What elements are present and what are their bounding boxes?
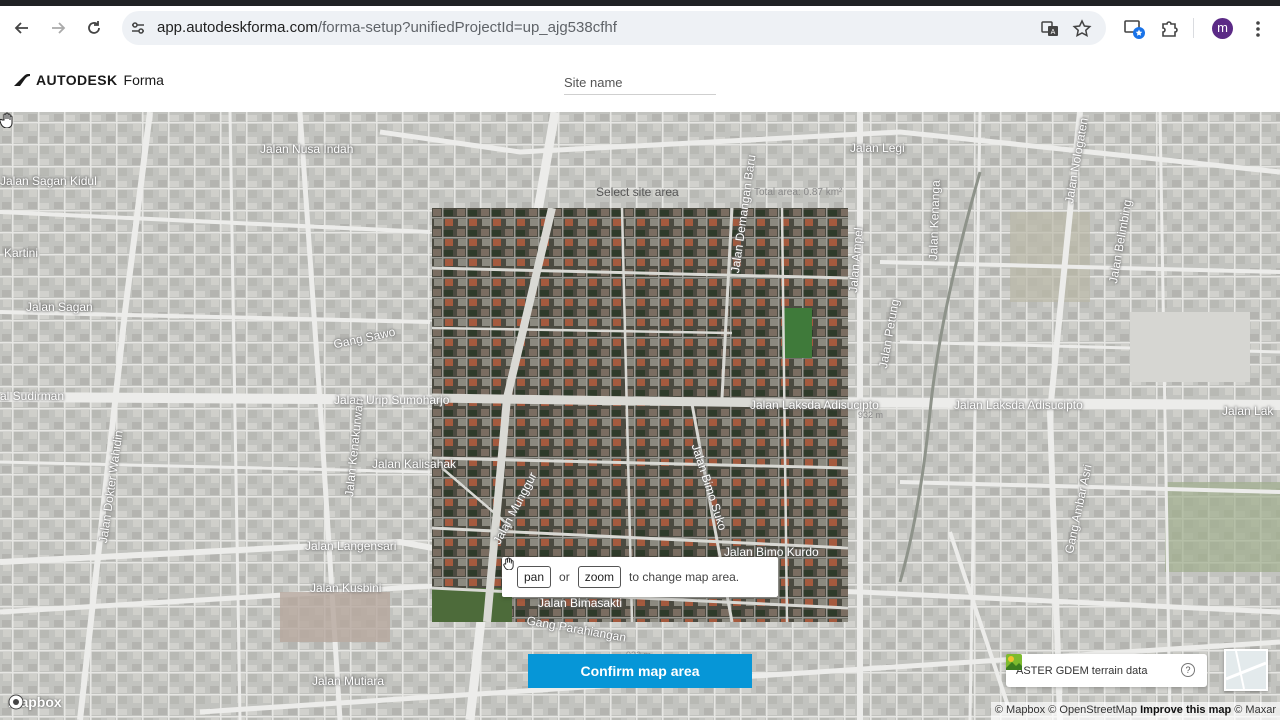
help-icon[interactable]: ?: [1181, 663, 1195, 677]
hint-suffix: to change map area.: [629, 570, 740, 584]
attribution-osm-link[interactable]: © OpenStreetMap: [1048, 704, 1137, 716]
terrain-data-toggle[interactable]: ASTER GDEM terrain data ?: [1006, 654, 1207, 687]
forward-icon[interactable]: [44, 14, 72, 42]
back-icon[interactable]: [8, 14, 36, 42]
more-menu-icon[interactable]: [1250, 18, 1266, 40]
screen-share-icon[interactable]: [1122, 16, 1146, 40]
url-path: /forma-setup?unifiedProjectId=up_ajg538c…: [317, 19, 617, 36]
reload-icon[interactable]: [80, 14, 108, 42]
site-info-icon[interactable]: [130, 20, 146, 36]
pan-zoom-hint: pan or zoom to change map area.: [502, 557, 778, 597]
street-label: Jalan Lak: [1222, 404, 1274, 418]
street-label: Jalan Laksda Adisucipto: [954, 398, 1083, 412]
street-label: Kartini: [4, 246, 39, 260]
zoom-label: zoom: [584, 570, 615, 584]
improve-map-link[interactable]: Improve this map: [1140, 704, 1231, 716]
pan-key: pan: [503, 557, 552, 588]
total-area-readout: Total area: 0.87 km²: [754, 187, 843, 198]
autodesk-forma-logo[interactable]: AUTODESK Forma: [14, 72, 164, 88]
address-bar[interactable]: app.autodeskforma.com/forma-setup?unifie…: [122, 11, 1106, 45]
select-site-area-title: Select site area: [596, 185, 679, 199]
url-host: app.autodeskforma.com: [157, 19, 318, 36]
street-label: Jalan Sagan Kidul: [0, 174, 97, 188]
pan-hand-icon: [503, 557, 514, 570]
translate-icon[interactable]: A: [1040, 19, 1060, 39]
street-label: Jalan Kalisahak: [372, 457, 457, 471]
site-name-input[interactable]: [564, 72, 716, 95]
map-style-switcher[interactable]: [1224, 649, 1268, 691]
brand-name: AUTODESK: [36, 72, 118, 88]
attribution-mapbox-link[interactable]: © Mapbox: [995, 704, 1045, 716]
map-thumbnail-icon: [1226, 651, 1266, 689]
mapbox-icon: [8, 694, 24, 710]
map-attribution: © Mapbox © OpenStreetMap Improve this ma…: [990, 702, 1280, 720]
extensions-puzzle-icon[interactable]: [1158, 16, 1182, 40]
terrain-label: ASTER GDEM terrain data: [1016, 664, 1148, 677]
product-name: Forma: [123, 72, 164, 88]
street-label: Jalan Nusa Indah: [260, 142, 354, 156]
attribution-maxar-link[interactable]: © Maxar: [1234, 704, 1276, 716]
street-label: Jalan Kenanga: [926, 179, 943, 261]
svg-text:A: A: [1051, 29, 1056, 36]
street-label: Jalan Langensari: [305, 539, 397, 553]
map-canvas[interactable]: Jalan Nusa Indah Jalan Sagan Kidul Karti…: [0, 112, 1280, 720]
street-label: Jalan Mutiara: [312, 674, 385, 688]
scale-dimension-right: 932 m: [858, 410, 884, 420]
mapbox-logo[interactable]: mapbox: [8, 694, 62, 710]
profile-avatar[interactable]: m: [1212, 18, 1233, 39]
tab-strip-edge: [0, 0, 1280, 6]
street-label: Jalan Bimasakti: [538, 596, 623, 610]
or-label: or: [559, 570, 570, 584]
terrain-icon: [1006, 654, 1022, 670]
street-label: Jalan Sagan: [26, 300, 93, 314]
street-label: al Sudirman: [0, 389, 65, 403]
confirm-map-area-button[interactable]: Confirm map area: [528, 654, 752, 688]
hand-cursor-icon: [0, 112, 13, 128]
street-label: Jalan Legi: [850, 141, 905, 155]
url-text: app.autodeskforma.com/forma-setup?unifie…: [157, 19, 617, 36]
street-label: Jalan Kusbini: [310, 581, 382, 595]
autodesk-logo-icon: [14, 74, 30, 86]
bookmark-star-icon[interactable]: [1072, 19, 1092, 39]
pan-label: pan: [524, 570, 545, 584]
browser-toolbar: app.autodeskforma.com/forma-setup?unifie…: [0, 0, 1280, 57]
toolbar-separator: [1193, 18, 1194, 38]
zoom-key: zoom: [577, 566, 622, 588]
app-header: AUTODESK Forma: [0, 56, 1280, 112]
